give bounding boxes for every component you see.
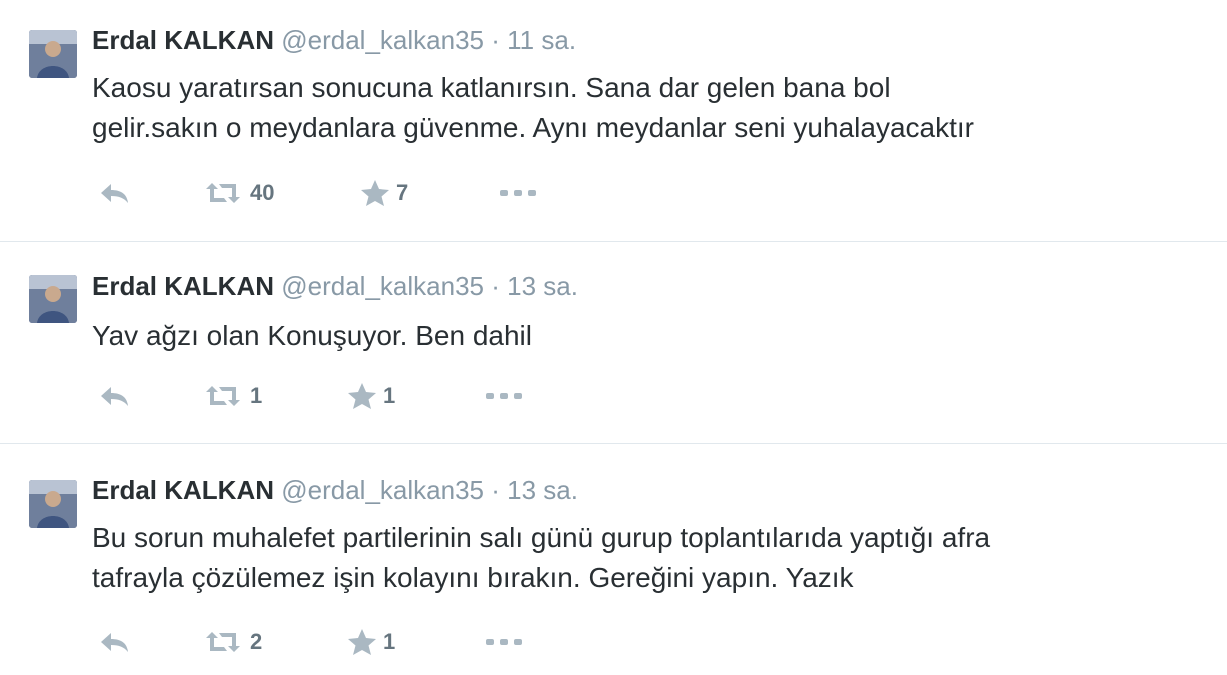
tweet-divider [0,443,1227,444]
avatar[interactable] [29,30,77,78]
more-button[interactable] [484,381,524,411]
favorite-button[interactable]: 7 [360,178,408,208]
tweet-text-line: Bu sorun muhalefet partilerinin salı gün… [92,522,991,553]
author-fullname[interactable]: Erdal KALKAN [92,271,274,301]
favorite-count: 7 [396,180,409,205]
retweet-count: 2 [250,629,263,654]
tweet-actions: 1 1 [92,381,592,411]
tweet-divider [0,241,1227,242]
avatar[interactable] [29,480,77,528]
more-icon [484,390,524,402]
tweet-timestamp[interactable]: 11 sa. [507,25,576,55]
author-fullname[interactable]: Erdal KALKAN [92,475,274,505]
reply-icon [97,383,131,409]
retweet-icon [202,383,244,409]
tweet-text-line: gelir.sakın o meydanlara güvenme. Aynı m… [92,112,974,143]
avatar[interactable] [29,275,77,323]
tweet-text: Bu sorun muhalefet partilerinin salı gün… [92,518,1212,598]
retweet-count: 1 [250,383,263,408]
tweet-timestamp[interactable]: 13 sa. [507,271,578,301]
retweet-button[interactable]: 2 [202,627,262,657]
retweet-icon [202,180,244,206]
reply-icon [97,180,131,206]
tweet-text-line: Kaosu yaratırsan sonucuna katlanırsın. S… [92,72,891,103]
retweet-count: 40 [250,180,275,205]
author-username[interactable]: @erdal_kalkan35 [281,25,484,55]
favorite-button[interactable]: 1 [347,381,395,411]
author-username[interactable]: @erdal_kalkan35 [281,271,484,301]
favorite-count: 1 [383,629,396,654]
tweet-timestamp[interactable]: 13 sa. [507,475,578,505]
author-username[interactable]: @erdal_kalkan35 [281,475,484,505]
more-button[interactable] [498,178,538,208]
retweet-button[interactable]: 40 [202,178,274,208]
favorite-count: 1 [383,383,396,408]
retweet-button[interactable]: 1 [202,381,262,411]
star-icon [347,382,377,410]
header-separator: · [491,271,500,301]
tweet-actions: 2 1 [92,627,592,657]
tweet-text: Yav ağzı olan Konuşuyor. Ben dahil [92,316,1212,356]
reply-button[interactable] [97,178,131,208]
star-icon [347,628,377,656]
tweet-actions: 40 7 [92,178,592,208]
more-button[interactable] [484,627,524,657]
tweet-text: Kaosu yaratırsan sonucuna katlanırsın. S… [92,68,1212,148]
reply-icon [97,629,131,655]
more-icon [498,187,538,199]
header-separator: · [491,25,500,55]
reply-button[interactable] [97,381,131,411]
favorite-button[interactable]: 1 [347,627,395,657]
star-icon [360,179,390,207]
tweet-text-line: tafrayla çözülemez işin kolayını bırakın… [92,562,854,593]
author-fullname[interactable]: Erdal KALKAN [92,25,274,55]
reply-button[interactable] [97,627,131,657]
more-icon [484,636,524,648]
header-separator: · [491,475,500,505]
retweet-icon [202,629,244,655]
tweet-text-line: Yav ağzı olan Konuşuyor. Ben dahil [92,320,533,351]
